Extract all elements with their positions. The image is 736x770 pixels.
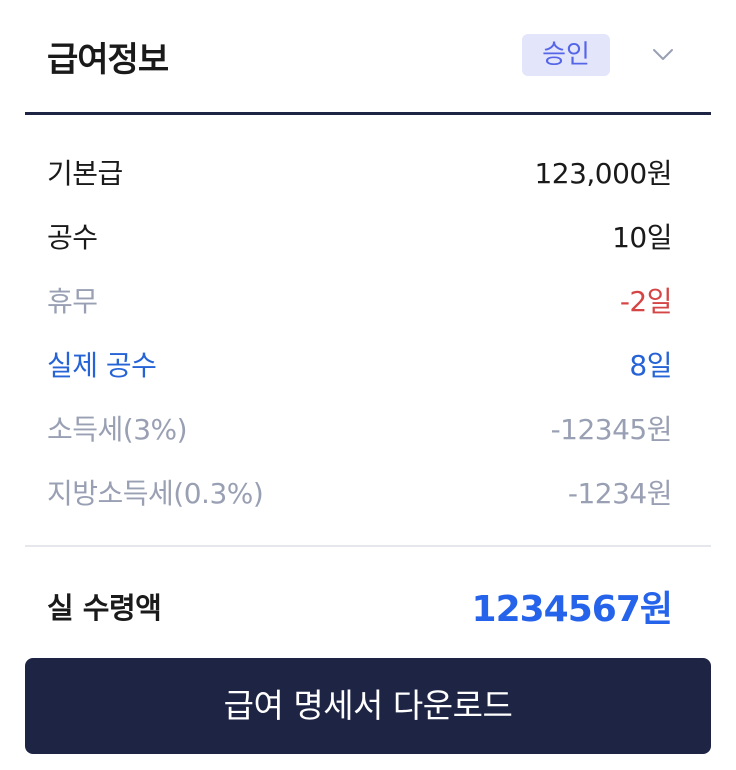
net-pay-value: 1234567원 bbox=[471, 589, 673, 630]
row-value: -1234원 bbox=[567, 477, 673, 510]
chevron-down-icon[interactable] bbox=[650, 44, 676, 64]
row-label: 공수 bbox=[47, 221, 98, 254]
download-payslip-button[interactable]: 급여 명세서 다운로드 bbox=[25, 658, 711, 754]
row-income-tax: 소득세(3%) -12345원 bbox=[47, 396, 673, 460]
row-base-pay: 기본급 123,000원 bbox=[47, 140, 672, 204]
row-value: 10일 bbox=[612, 221, 672, 254]
row-value: -2일 bbox=[619, 285, 673, 318]
header-divider bbox=[25, 112, 711, 115]
row-label: 휴무 bbox=[47, 285, 98, 318]
row-value: 123,000원 bbox=[534, 157, 672, 190]
section-title: 급여정보 bbox=[47, 40, 169, 80]
row-actual-work-days: 실제 공수 8일 bbox=[47, 332, 672, 396]
row-work-days: 공수 10일 bbox=[47, 204, 672, 268]
row-label: 지방소득세(0.3%) bbox=[47, 477, 264, 510]
salary-info-header: 급여정보 승인 bbox=[0, 0, 736, 115]
total-divider bbox=[25, 545, 711, 547]
row-label: 실제 공수 bbox=[47, 349, 157, 382]
row-local-income-tax: 지방소득세(0.3%) -1234원 bbox=[47, 460, 673, 524]
status-badge: 승인 bbox=[522, 34, 610, 76]
salary-details-list: 기본급 123,000원 공수 10일 휴무 -2일 실제 공수 8일 소득세(… bbox=[47, 140, 673, 524]
row-value: 8일 bbox=[629, 349, 672, 382]
net-pay-row: 실 수령액 1234567원 bbox=[47, 578, 673, 634]
row-days-off: 휴무 -2일 bbox=[47, 268, 673, 332]
row-label: 소득세(3%) bbox=[47, 413, 188, 446]
row-value: -12345원 bbox=[550, 413, 673, 446]
row-label: 기본급 bbox=[47, 157, 123, 190]
net-pay-label: 실 수령액 bbox=[47, 591, 162, 625]
